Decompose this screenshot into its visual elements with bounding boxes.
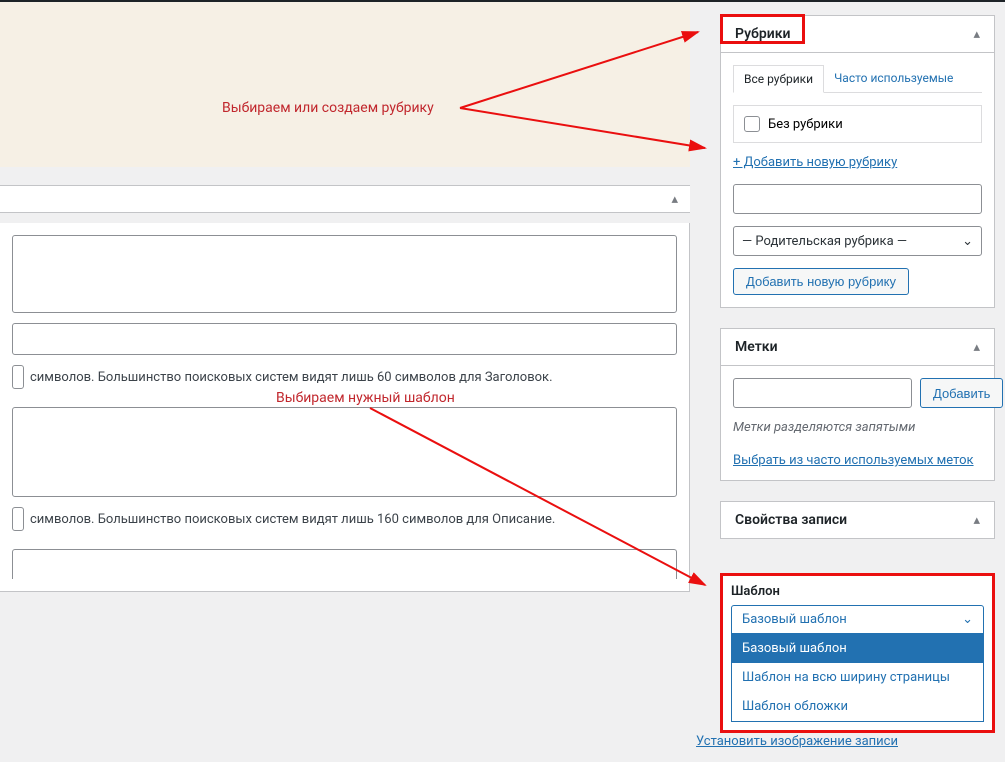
tags-metabox: Метки ▴ Добавить Метки разделяются запят…: [720, 328, 995, 481]
char-count-box: [12, 365, 24, 389]
annotation-template: Выбираем нужный шаблон: [276, 390, 455, 406]
template-option[interactable]: Шаблон на всю ширину страницы: [732, 663, 983, 692]
caret-up-icon: ▴: [973, 340, 980, 355]
desc-hint-text: символов. Большинство поисковых систем в…: [30, 512, 555, 527]
parent-rubric-select[interactable]: — Родительская рубрика — ⌄: [733, 226, 982, 256]
add-rubric-button[interactable]: Добавить новую рубрику: [733, 268, 909, 295]
parent-rubric-value: — Родительская рубрика —: [742, 234, 907, 249]
template-option[interactable]: Базовый шаблон: [732, 634, 983, 663]
title-hint-text: символов. Большинство поисковых систем в…: [30, 370, 553, 385]
chevron-down-icon: ⌄: [962, 612, 973, 627]
caret-up-icon: ▴: [973, 513, 980, 528]
editor-content-area: [0, 2, 690, 167]
rubric-checkbox[interactable]: [744, 116, 760, 132]
seo-title-input[interactable]: [12, 235, 677, 313]
tags-input[interactable]: [733, 378, 912, 408]
rubrics-title: Рубрики: [735, 26, 790, 42]
seo-extra-input[interactable]: [12, 549, 677, 579]
seo-description-input[interactable]: [12, 407, 677, 497]
add-new-rubric-link[interactable]: + Добавить новую рубрику: [733, 155, 982, 170]
post-props-header[interactable]: Свойства записи ▴: [721, 502, 994, 538]
rubric-label: Без рубрики: [768, 117, 843, 132]
tab-all-rubrics[interactable]: Все рубрики: [733, 65, 824, 93]
caret-up-icon: ▴: [973, 27, 980, 42]
tags-title: Метки: [735, 339, 778, 355]
add-tag-button[interactable]: Добавить: [920, 378, 1003, 408]
tags-header[interactable]: Метки ▴: [721, 329, 994, 366]
tags-hint: Метки разделяются запятыми: [733, 420, 982, 435]
template-selected-value: Базовый шаблон: [742, 612, 847, 627]
char-count-box: [12, 507, 24, 531]
template-option[interactable]: Шаблон обложки: [732, 692, 983, 721]
template-label: Шаблон: [731, 584, 984, 599]
set-featured-image-link[interactable]: Установить изображение записи: [696, 734, 898, 749]
metabox-collapsed[interactable]: ▴: [0, 185, 690, 213]
seo-panel: символов. Большинство поисковых систем в…: [0, 223, 690, 592]
rubrics-header[interactable]: Рубрики ▴: [721, 16, 994, 53]
freq-tags-link[interactable]: Выбрать из часто используемых меток: [733, 453, 974, 468]
chevron-down-icon: ⌄: [962, 234, 973, 249]
post-props-title: Свойства записи: [735, 512, 847, 528]
post-props-metabox: Свойства записи ▴: [720, 501, 995, 539]
new-rubric-name-input[interactable]: [733, 184, 982, 214]
rubrics-metabox: Рубрики ▴ Все рубрики Часто используемые…: [720, 15, 995, 308]
seo-slug-input[interactable]: [12, 323, 677, 355]
template-highlight-box: Шаблон Базовый шаблон ⌄ Базовый шаблон Ш…: [720, 573, 995, 733]
tab-freq-rubrics[interactable]: Часто используемые: [824, 65, 963, 92]
template-dropdown: Базовый шаблон Шаблон на всю ширину стра…: [731, 634, 984, 722]
caret-up-icon: ▴: [671, 192, 678, 207]
annotation-rubric: Выбираем или создаем рубрику: [222, 100, 434, 116]
template-select[interactable]: Базовый шаблон ⌄: [731, 605, 984, 634]
